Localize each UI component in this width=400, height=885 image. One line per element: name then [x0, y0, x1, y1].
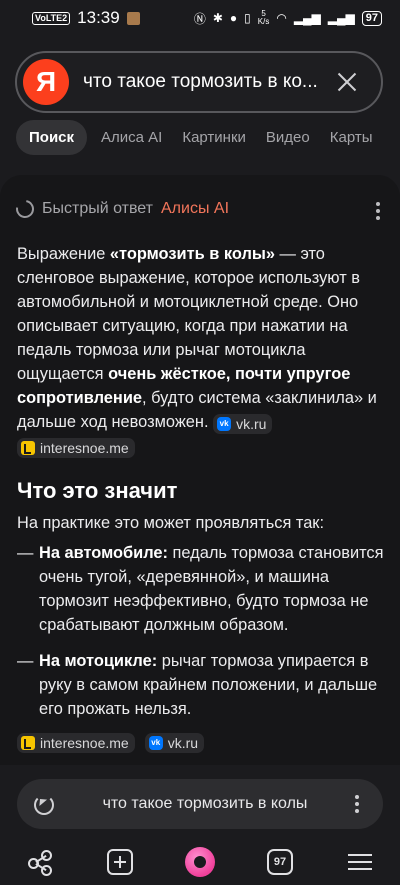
- list-item: — На автомобиле: педаль тормоза становит…: [17, 544, 384, 634]
- more-options-icon[interactable]: [355, 792, 361, 816]
- tabs-button[interactable]: 97: [260, 842, 300, 882]
- tab-images[interactable]: Картинки: [176, 120, 252, 155]
- more-options-icon[interactable]: [376, 199, 382, 223]
- wifi-icon: ◠: [276, 11, 287, 25]
- answer-content: Выражение «тормозить в колы» — это сленг…: [17, 242, 385, 753]
- refresh-icon[interactable]: [33, 793, 55, 815]
- answer-header-accent: Алисы AI: [161, 200, 230, 217]
- bottom-query-bar[interactable]: что такое тормозить в колы: [17, 779, 383, 829]
- vibrate-icon: ▯: [244, 11, 251, 25]
- yandex-logo[interactable]: Я: [23, 59, 69, 105]
- section-heading: Что это значит: [17, 478, 178, 503]
- close-icon[interactable]: [327, 62, 367, 102]
- source-vk[interactable]: vk vk.ru: [213, 414, 273, 434]
- plus-icon: [107, 848, 133, 875]
- status-bar: VoLTE2 13:39 Ⓝ ✱ ● ▯ 5 K/s ◠ ▂▄▆ ▂▄▆ 97: [0, 0, 400, 36]
- sources-row: interesnoe.me vk vk.ru: [17, 733, 385, 753]
- interesnoe-icon: [21, 736, 35, 750]
- source-vk[interactable]: vk vk.ru: [144, 733, 205, 753]
- answer-header-prefix: Быстрый ответ: [42, 200, 153, 217]
- share-icon: [28, 849, 52, 876]
- vk-icon: vk: [148, 736, 163, 750]
- bluetooth-icon: ✱: [212, 11, 223, 25]
- vk-icon: vk: [217, 417, 232, 431]
- interesnoe-icon: [21, 441, 35, 455]
- list-item: — На мотоцикле: рычаг тормоза упирается …: [17, 652, 378, 718]
- tab-video[interactable]: Видео: [260, 120, 316, 155]
- section-intro: На практике это может проявляться так:: [17, 514, 325, 532]
- menu-icon: [348, 849, 372, 875]
- status-time: 13:39: [77, 8, 120, 27]
- alice-button[interactable]: [180, 842, 220, 882]
- tab-maps[interactable]: Карты: [324, 120, 379, 155]
- signal-icon-2: ▂▄▆: [327, 11, 355, 25]
- new-tab-button[interactable]: [100, 842, 140, 882]
- alice-answer-card: Быстрый ответ Алисы AI Выражение «тормоз…: [0, 175, 400, 765]
- tabs-count-icon: 97: [267, 848, 293, 875]
- tab-search[interactable]: Поиск: [16, 119, 88, 155]
- network-speed: 5 K/s: [257, 9, 270, 26]
- source-interesnoe[interactable]: interesnoe.me: [17, 438, 135, 458]
- alice-icon: [185, 846, 215, 877]
- battery-icon: 97: [361, 10, 382, 26]
- tab-alice-ai[interactable]: Алиса AI: [95, 120, 168, 155]
- alice-ring-icon: [12, 196, 38, 222]
- answer-paragraph: Выражение «тормозить в колы» — это сленг…: [17, 245, 377, 434]
- source-interesnoe[interactable]: interesnoe.me: [17, 733, 135, 753]
- bottom-query-text[interactable]: что такое тормозить в колы: [55, 795, 355, 813]
- app-notification-icon: [126, 11, 140, 25]
- bottom-navbar: 97: [0, 838, 400, 885]
- share-button[interactable]: [20, 842, 60, 882]
- location-icon: ●: [229, 11, 238, 25]
- search-bar[interactable]: Я что такое тормозить в ко...: [15, 51, 383, 113]
- search-tabs: Поиск Алиса AI Картинки Видео Карты: [16, 119, 379, 155]
- signal-icon: ▂▄▆: [293, 11, 321, 25]
- answer-header: Быстрый ответ Алисы AI: [12, 196, 230, 222]
- search-input[interactable]: что такое тормозить в ко...: [83, 71, 327, 93]
- menu-button[interactable]: [340, 842, 380, 882]
- volte-badge: VoLTE2: [32, 11, 71, 25]
- nfc-icon: Ⓝ: [193, 11, 206, 26]
